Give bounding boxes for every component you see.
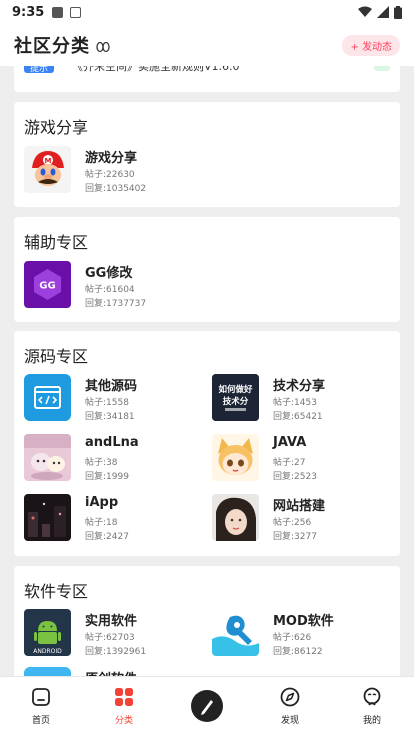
anime-plush-icon — [24, 434, 71, 481]
category-name: 游戏分享 — [85, 151, 138, 166]
tab-discover[interactable]: 发现 — [270, 687, 310, 726]
post-count: 帖子:62703 — [85, 633, 135, 643]
category-name: GG修改 — [85, 266, 133, 281]
reply-count: 回复:65421 — [273, 412, 323, 422]
battery-icon — [394, 5, 402, 19]
tab-label: 首页 — [31, 716, 50, 726]
code-window-icon — [24, 374, 71, 421]
category-item-gg-modify[interactable]: GG GG修改 帖子:61604 回复:1737737 — [24, 261, 204, 311]
category-item-website[interactable]: 网站搭建 帖子:256 回复:3277 — [212, 494, 392, 544]
post-count: 帖子:1453 — [273, 398, 317, 408]
gg-icon: GG — [24, 261, 71, 308]
mario-icon: M — [24, 146, 71, 193]
post-count: 帖子:27 — [273, 458, 306, 468]
category-name: 实用软件 — [85, 614, 138, 629]
reply-count: 回复:2523 — [273, 472, 317, 482]
reply-count: 回复:86122 — [273, 647, 323, 657]
compose-button[interactable] — [191, 690, 223, 722]
section-assist: 辅助专区 GG GG修改 帖子:61604 回复:1737737 — [14, 217, 400, 322]
category-item-java[interactable]: JAVA 帖子:27 回复:2523 — [212, 434, 392, 484]
category-name: andLna — [85, 435, 139, 450]
reply-count: 回复:3277 — [273, 532, 317, 542]
section-game-share: 游戏分享 M 游戏分享 帖子:22630 回复:1035402 — [14, 102, 400, 207]
category-item-iapp[interactable]: iApp 帖子:18 回复:2427 — [24, 494, 204, 544]
home-icon — [32, 688, 50, 706]
section-source-code: 源码专区 其他源码 帖子:1558 回复:34181 如何做好 技术分 技术分享… — [14, 331, 400, 556]
notification-square-icon — [52, 6, 64, 18]
svg-text:ANDROID: ANDROID — [33, 648, 62, 655]
portrait-photo-icon — [212, 494, 259, 541]
tab-label: 发现 — [280, 716, 299, 726]
category-item-other-source[interactable]: 其他源码 帖子:1558 回复:34181 — [24, 374, 204, 424]
svg-text:M: M — [45, 157, 52, 165]
post-count: 帖子:256 — [273, 518, 312, 528]
category-name: 其他源码 — [85, 379, 138, 394]
reply-count: 回复:1035402 — [85, 184, 147, 194]
post-count: 帖子:61604 — [85, 285, 135, 295]
status-bar: 9:35 — [0, 0, 414, 24]
category-name: 技术分享 — [273, 379, 326, 394]
page-title: 社区分类 — [14, 36, 90, 57]
section-title: 源码专区 — [24, 347, 89, 366]
category-item-tech-share[interactable]: 如何做好 技术分 技术分享 帖子:1453 回复:65421 — [212, 374, 392, 424]
category-item-utility-software[interactable]: ANDROID 实用软件 帖子:62703 回复:1392961 — [24, 609, 204, 659]
reply-count: 回复:2427 — [85, 532, 129, 542]
section-software: 软件专区 ANDROID 实用软件 帖子:62703 回复:1392961 MO… — [14, 566, 400, 676]
category-item-original-software[interactable]: 原创软件 — [24, 667, 204, 676]
pen-icon — [201, 700, 213, 715]
section-title: 软件专区 — [24, 582, 89, 601]
original-software-icon — [24, 667, 71, 676]
post-count: 帖子:1558 — [85, 398, 129, 408]
tab-label: 我的 — [362, 716, 381, 726]
tab-label: 分类 — [114, 716, 133, 726]
post-dynamic-label: + 发动态 — [350, 41, 392, 53]
post-count: 帖子:18 — [85, 518, 118, 528]
tab-profile[interactable]: 我的 — [352, 687, 392, 726]
category-item-mod-software[interactable]: MOD软件 帖子:626 回复:86122 — [212, 609, 392, 659]
svg-text:如何做好: 如何做好 — [218, 384, 253, 395]
signal-icon — [377, 6, 389, 18]
post-dynamic-button[interactable]: + 发动态 — [342, 34, 400, 56]
category-name: MOD软件 — [273, 614, 334, 629]
reply-count: 回复:1392961 — [85, 647, 147, 657]
reply-count: 回复:34181 — [85, 412, 135, 422]
post-count: 帖子:626 — [273, 633, 312, 643]
profile-icon — [363, 687, 381, 706]
post-count: 帖子:38 — [85, 458, 118, 468]
page-header: 社区分类 + 发动态 — [0, 24, 414, 66]
category-name: 原创软件 — [85, 668, 137, 676]
category-icon — [115, 688, 133, 706]
notice-card[interactable]: 提示 《芥末空间》实施全新规则V1.6.0 › — [14, 66, 400, 92]
compass-icon — [280, 687, 300, 707]
notice-tag: 提示 — [24, 66, 55, 74]
night-scene-icon — [24, 494, 71, 541]
wrench-icon — [212, 609, 259, 656]
tab-home[interactable]: 首页 — [21, 687, 61, 726]
category-list[interactable]: 提示 《芥末空间》实施全新规则V1.6.0 › 游戏分享 M 游戏分享 — [0, 66, 414, 676]
category-name: iApp — [85, 495, 119, 510]
tech-share-icon: 如何做好 技术分 — [212, 374, 259, 421]
svg-text:GG: GG — [39, 281, 55, 292]
anime-cat-girl-icon — [212, 434, 259, 481]
section-title: 辅助专区 — [24, 233, 89, 252]
bottom-tab-bar: 首页 分类 发现 我的 — [0, 676, 414, 736]
svg-text:技术分: 技术分 — [223, 396, 249, 407]
reply-count: 回复:1737737 — [85, 299, 147, 309]
qq-icon — [96, 41, 110, 53]
wifi-icon — [358, 6, 372, 17]
category-name: JAVA — [273, 435, 307, 450]
status-time: 9:35 — [12, 4, 45, 20]
tab-category[interactable]: 分类 — [104, 687, 144, 726]
reply-count: 回复:1999 — [85, 472, 129, 482]
section-title: 游戏分享 — [24, 118, 89, 137]
chevron-right-icon[interactable]: › — [374, 66, 390, 71]
post-count: 帖子:22630 — [85, 170, 135, 180]
category-item-game-share[interactable]: M 游戏分享 帖子:22630 回复:1035402 — [24, 146, 204, 196]
category-item-andlna[interactable]: andLna 帖子:38 回复:1999 — [24, 434, 204, 484]
category-name: 网站搭建 — [273, 499, 326, 514]
android-icon: ANDROID — [24, 609, 71, 656]
notification-a-icon — [70, 6, 82, 18]
notice-text: 《芥末空间》实施全新规则V1.6.0 — [72, 66, 240, 73]
